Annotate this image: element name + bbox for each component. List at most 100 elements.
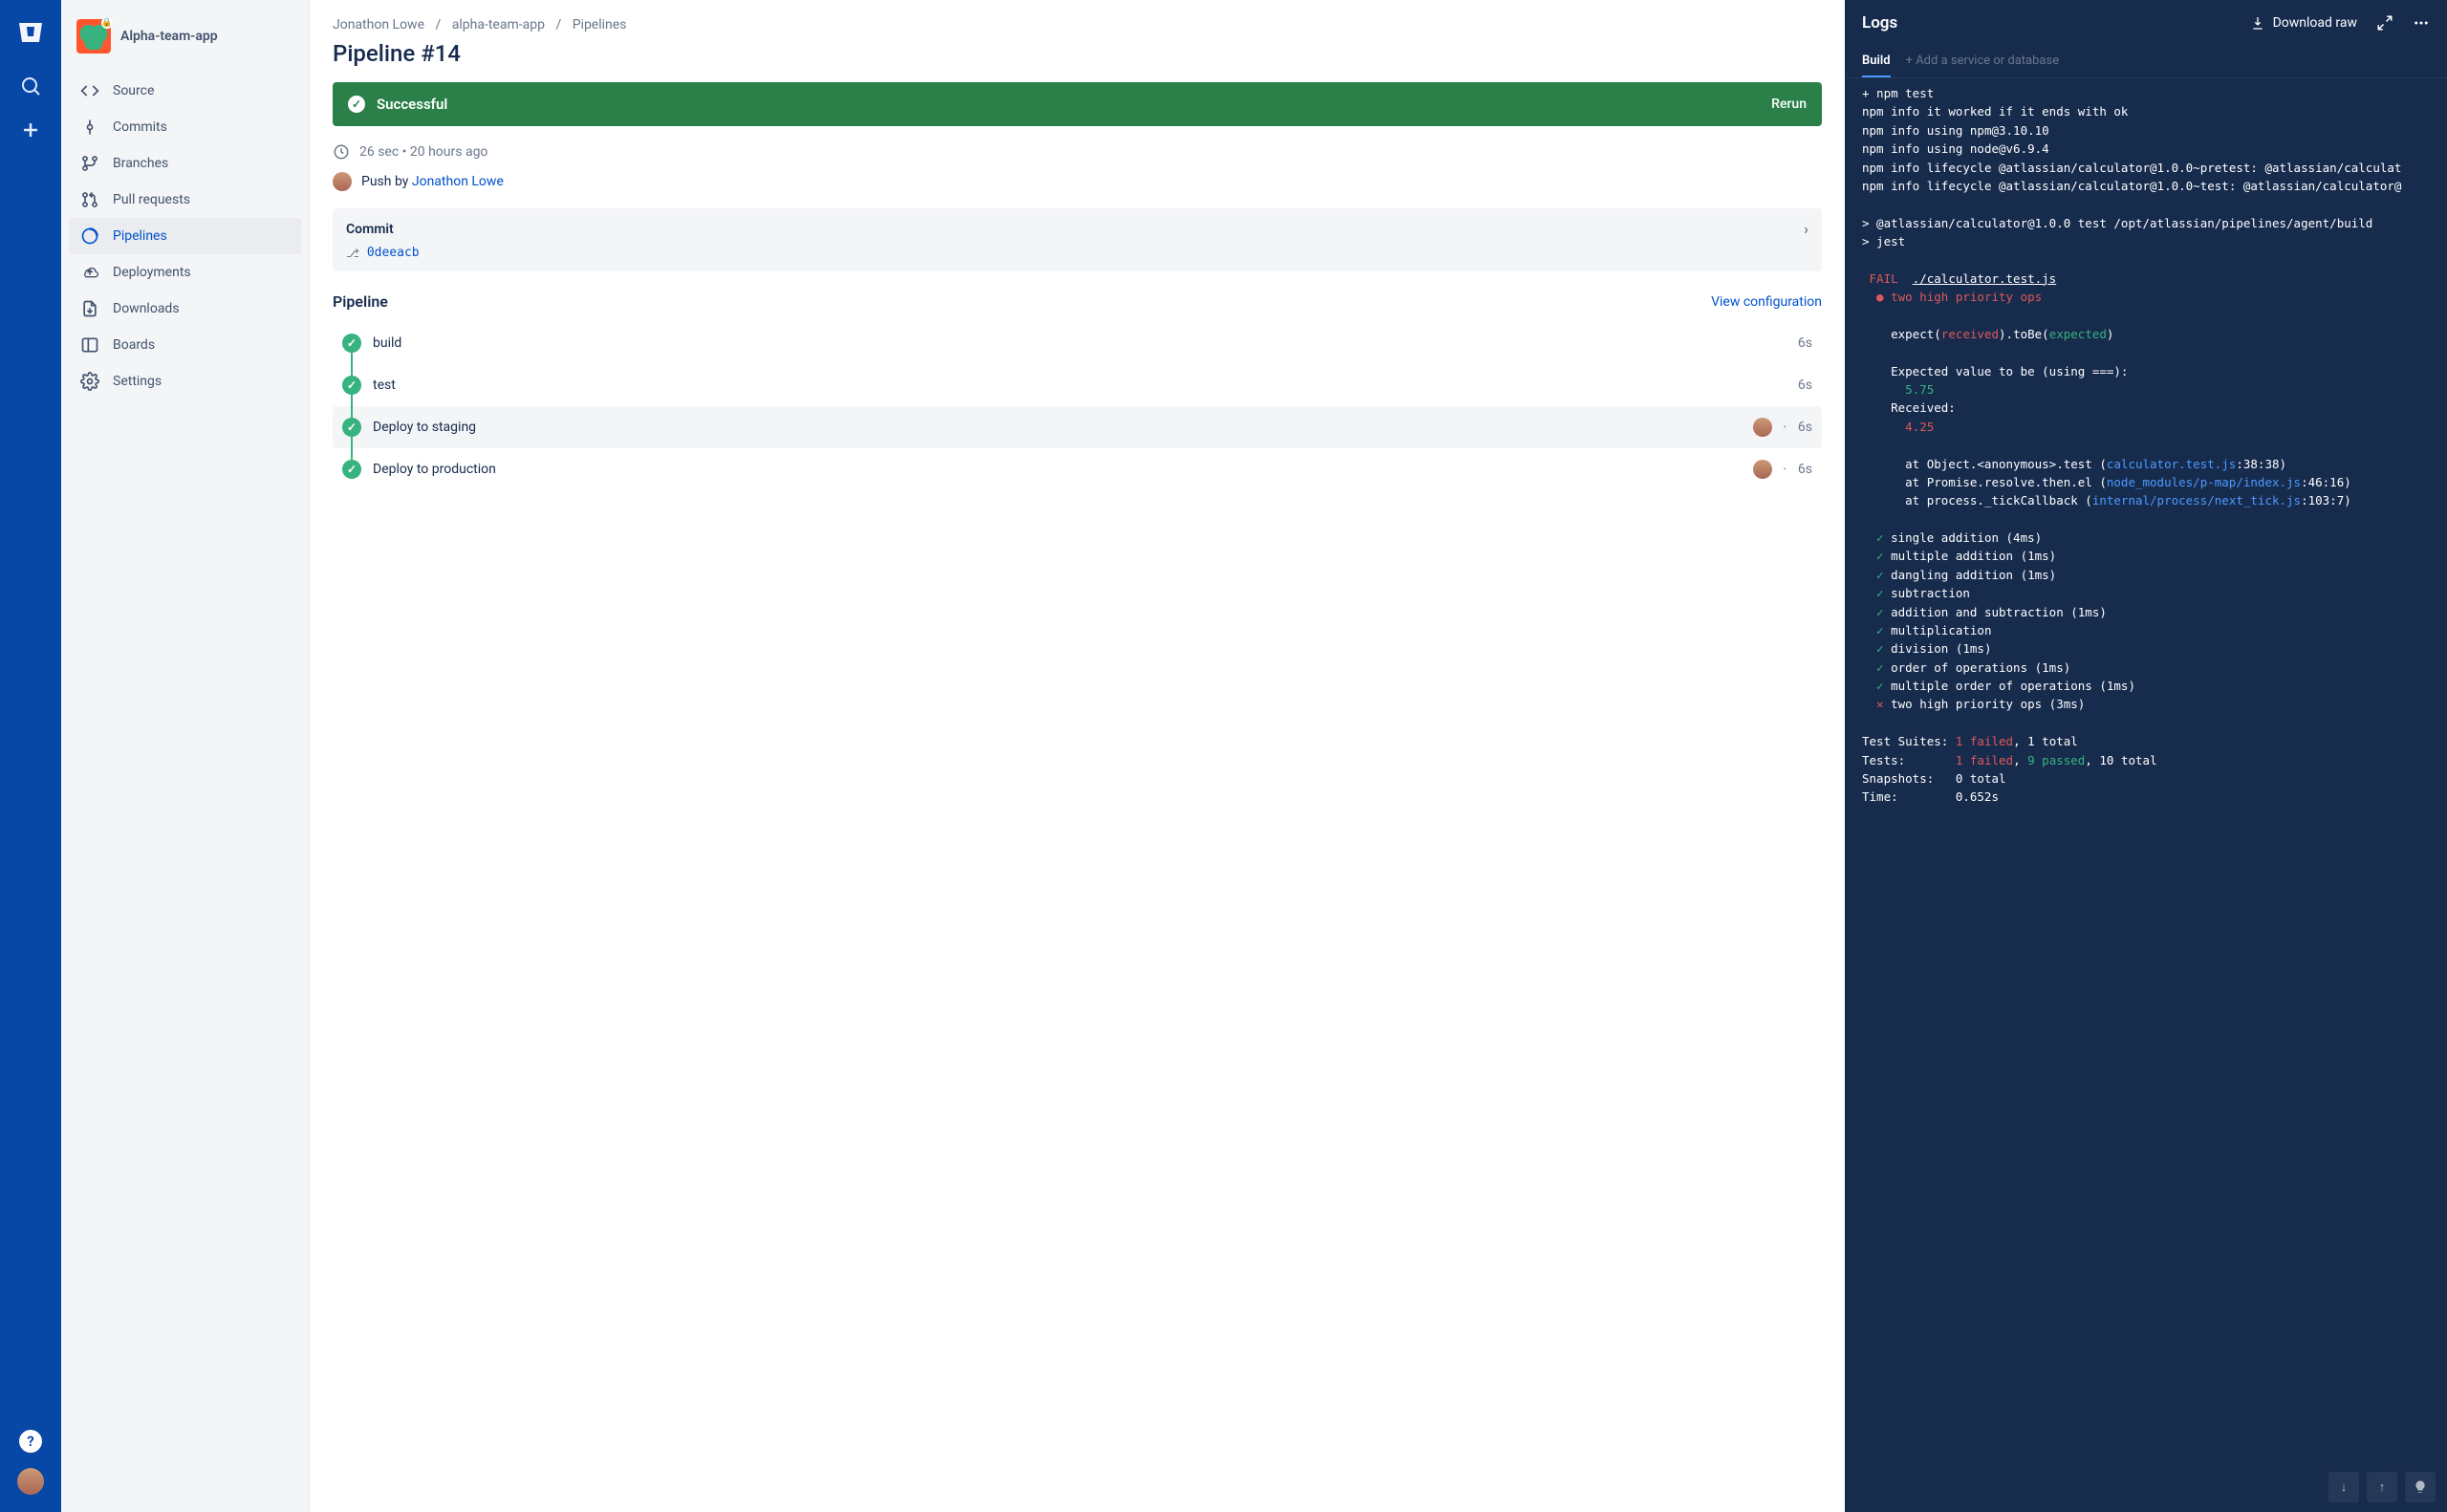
commit-card: Commit › ⎇ 0deeacb — [333, 208, 1822, 271]
log-line: npm info lifecycle @atlassian/calculator… — [1862, 159, 2447, 177]
tab-add-service[interactable]: + Add a service or database — [1906, 46, 2060, 77]
deploy-icon — [80, 263, 99, 282]
push-info: Push by Jonathon Lowe — [333, 172, 1822, 191]
log-line: Expected value to be (using ===): — [1862, 362, 2447, 380]
log-line: npm info using node@v6.9.4 — [1862, 140, 2447, 158]
tab-build[interactable]: Build — [1862, 46, 1891, 77]
sidebar-item-downloads[interactable]: Downloads — [69, 291, 301, 327]
sidebar-item-source[interactable]: Source — [69, 73, 301, 109]
sidebar-item-label: Boards — [113, 337, 155, 353]
log-line: Received: — [1862, 399, 2447, 417]
scroll-down-button[interactable]: ↓ — [2328, 1472, 2359, 1502]
view-configuration-link[interactable]: View configuration — [1711, 294, 1822, 310]
step-connector — [351, 353, 353, 460]
logs-body[interactable]: + npm testnpm info it worked if it ends … — [1845, 78, 2447, 1512]
log-line: 4.25 — [1862, 418, 2447, 436]
pr-icon — [80, 190, 99, 209]
log-line: Time: 0.652s — [1862, 788, 2447, 806]
pusher-avatar — [333, 172, 352, 191]
sidebar-item-settings[interactable]: Settings — [69, 363, 301, 400]
expand-icon[interactable] — [2376, 14, 2393, 32]
sidebar-item-label: Deployments — [113, 265, 191, 280]
log-line: + npm test — [1862, 84, 2447, 102]
logs-panel: Logs Download raw Build + Add a service … — [1845, 0, 2447, 1512]
more-icon[interactable] — [2413, 14, 2430, 32]
pipeline-step[interactable]: ✓build6s — [333, 322, 1822, 364]
commit-icon: ⎇ — [346, 247, 359, 260]
log-line — [1862, 714, 2447, 732]
status-banner: ✓ Successful Rerun — [333, 82, 1822, 126]
check-icon: ✓ — [342, 334, 361, 353]
status-label: Successful — [377, 96, 447, 113]
sidebar-item-deployments[interactable]: Deployments — [69, 254, 301, 291]
log-line: at Object.<anonymous>.test (calculator.t… — [1862, 455, 2447, 473]
triggerer-avatar — [1753, 460, 1772, 479]
plus-icon[interactable] — [19, 119, 42, 141]
sidebar-item-label: Pipelines — [113, 228, 167, 244]
user-avatar[interactable] — [17, 1468, 44, 1495]
repo-header[interactable]: 🔒 Alpha-team-app — [69, 15, 301, 73]
rerun-button[interactable]: Rerun — [1771, 97, 1807, 112]
sidebar-item-branches[interactable]: Branches — [69, 145, 301, 182]
log-line: ✓ subtraction — [1862, 584, 2447, 602]
sidebar-item-pull-requests[interactable]: Pull requests — [69, 182, 301, 218]
sidebar-item-pipelines[interactable]: Pipelines — [69, 218, 301, 254]
lock-icon: 🔒 — [101, 17, 113, 29]
log-line — [1862, 307, 2447, 325]
commit-toggle[interactable]: Commit › — [346, 220, 1808, 238]
log-line: ✓ multiplication — [1862, 621, 2447, 639]
pipeline-section-heading: Pipeline — [333, 292, 388, 311]
log-line: > @atlassian/calculator@1.0.0 test /opt/… — [1862, 214, 2447, 232]
log-line: at Promise.resolve.then.el (node_modules… — [1862, 473, 2447, 491]
pipeline-meta: 26 sec • 20 hours ago — [333, 143, 1822, 161]
pipeline-step[interactable]: ✓Deploy to production•6s — [333, 448, 1822, 490]
sidebar-item-label: Pull requests — [113, 192, 190, 207]
log-line: FAIL ./calculator.test.js — [1862, 270, 2447, 288]
download-raw-button[interactable]: Download raw — [2250, 15, 2357, 31]
breadcrumb-section[interactable]: Pipelines — [573, 17, 627, 32]
search-icon[interactable] — [19, 75, 42, 97]
check-icon: ✓ — [348, 96, 365, 113]
sidebar-item-label: Commits — [113, 119, 167, 135]
log-line: 5.75 — [1862, 380, 2447, 399]
sidebar-item-commits[interactable]: Commits — [69, 109, 301, 145]
pipeline-step-list: ✓build6s✓test6s✓Deploy to staging•6s✓Dep… — [333, 322, 1822, 490]
log-line — [1862, 510, 2447, 529]
main-content: Jonathon Lowe / alpha-team-app / Pipelin… — [310, 0, 1845, 1512]
check-icon: ✓ — [342, 460, 361, 479]
log-line — [1862, 195, 2447, 213]
log-line: expect(received).toBe(expected) — [1862, 325, 2447, 343]
log-line — [1862, 250, 2447, 269]
log-line: at process._tickCallback (internal/proce… — [1862, 491, 2447, 509]
download-icon — [80, 299, 99, 318]
lightbulb-icon[interactable] — [2405, 1472, 2436, 1502]
check-icon: ✓ — [342, 418, 361, 437]
log-line: ✓ division (1ms) — [1862, 639, 2447, 658]
log-line: ● two high priority ops — [1862, 288, 2447, 306]
log-line — [1862, 436, 2447, 454]
check-icon: ✓ — [342, 376, 361, 395]
log-line: ✓ multiple order of operations (1ms) — [1862, 677, 2447, 695]
step-duration: 6s — [1798, 462, 1812, 477]
chevron-right-icon: › — [1804, 220, 1808, 238]
pipeline-icon — [80, 227, 99, 246]
log-line: npm info using npm@3.10.10 — [1862, 121, 2447, 140]
breadcrumb-repo[interactable]: alpha-team-app — [452, 17, 545, 32]
pusher-link[interactable]: Jonathon Lowe — [412, 174, 504, 189]
breadcrumb-owner[interactable]: Jonathon Lowe — [333, 17, 424, 32]
sidebar-item-label: Settings — [113, 374, 162, 389]
step-name: Deploy to production — [373, 462, 1742, 477]
commit-hash-link[interactable]: 0deeacb — [367, 246, 420, 260]
triggerer-avatar — [1753, 418, 1772, 437]
repo-name: Alpha-team-app — [120, 29, 218, 44]
logs-title: Logs — [1862, 13, 1897, 32]
bitbucket-logo[interactable] — [15, 17, 46, 48]
help-icon[interactable]: ? — [19, 1430, 42, 1453]
sidebar-item-label: Branches — [113, 156, 168, 171]
step-duration: 6s — [1798, 420, 1812, 435]
global-nav-rail: ? — [0, 0, 61, 1512]
scroll-up-button[interactable]: ↑ — [2367, 1472, 2397, 1502]
pipeline-step[interactable]: ✓Deploy to staging•6s — [333, 406, 1822, 448]
sidebar-item-boards[interactable]: Boards — [69, 327, 301, 363]
pipeline-step[interactable]: ✓test6s — [333, 364, 1822, 406]
